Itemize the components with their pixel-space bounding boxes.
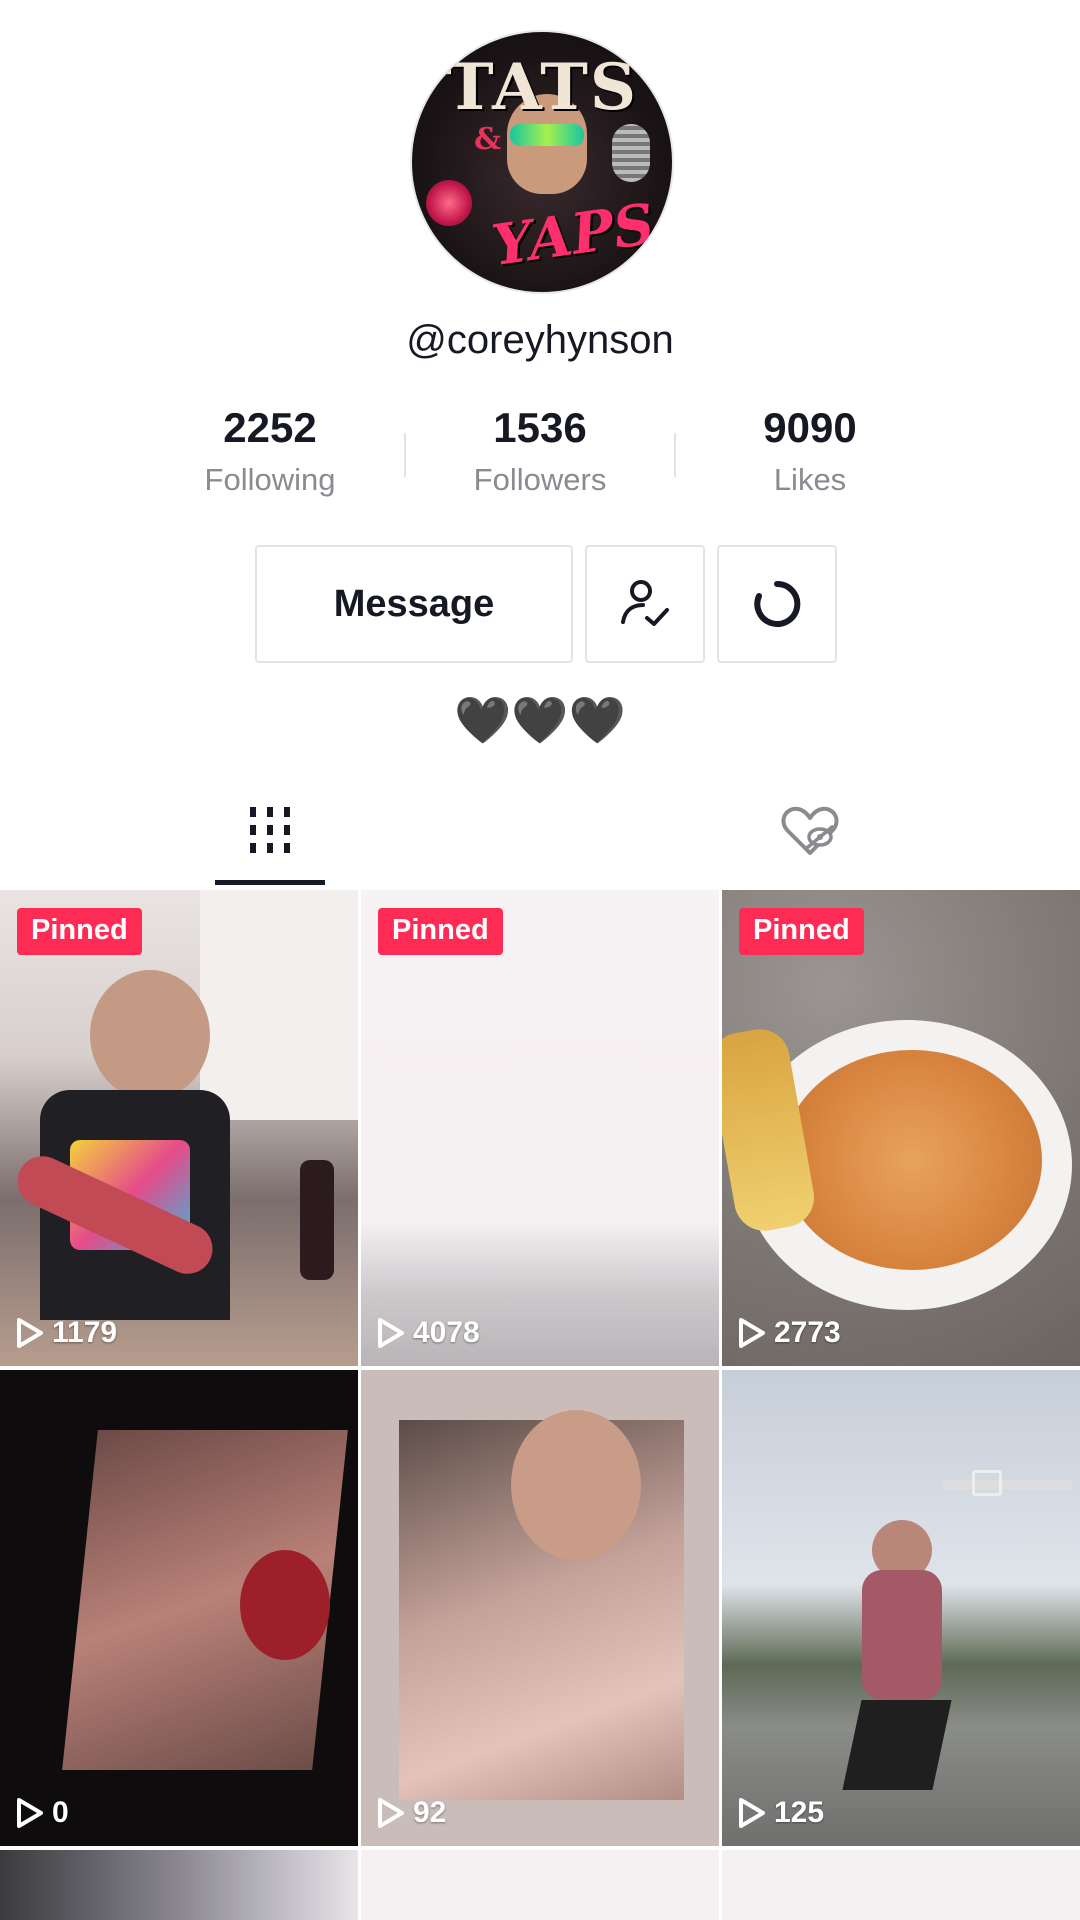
rose-icon (426, 180, 472, 226)
view-count: 4078 (377, 1316, 480, 1350)
refresh-circle-icon (754, 580, 801, 627)
view-count: 0 (16, 1796, 69, 1830)
message-button[interactable]: Message (255, 545, 573, 663)
view-count-value: 4078 (413, 1316, 480, 1349)
stat-label: Followers (473, 462, 607, 497)
view-count-value: 1179 (52, 1316, 118, 1349)
play-icon (739, 1798, 765, 1828)
active-tab-indicator (215, 880, 325, 885)
video-tile[interactable] (361, 1850, 719, 1920)
person-head (90, 970, 210, 1100)
stat-value: 1536 (493, 404, 587, 451)
stat-label: Likes (773, 462, 847, 497)
user-check-icon (621, 580, 669, 626)
stat-divider (404, 433, 406, 477)
video-tile[interactable]: Pinned 4078 (361, 890, 719, 1366)
stat-label: Following (204, 462, 336, 497)
tab-videos[interactable] (0, 770, 540, 890)
video-tile[interactable] (722, 1850, 1080, 1920)
grid-icon (250, 807, 290, 853)
video-tile[interactable] (0, 1850, 358, 1920)
stat-divider (674, 433, 676, 477)
microphone-icon (612, 124, 650, 182)
profile-tabs (0, 770, 1080, 890)
avatar-logo-bottom: YAPS (488, 191, 659, 279)
view-count-value: 125 (774, 1796, 825, 1829)
play-icon (378, 1798, 404, 1828)
view-count-value: 92 (413, 1796, 447, 1829)
view-count: 1179 (16, 1316, 117, 1350)
view-count: 125 (738, 1796, 824, 1830)
stat-value: 9090 (763, 404, 857, 451)
avatar-sunglasses (510, 124, 584, 146)
view-count-value: 0 (52, 1796, 69, 1829)
stat-followers[interactable]: 1536 Followers (430, 400, 650, 498)
video-tile[interactable]: 92 (361, 1370, 719, 1846)
profile-bio: 🖤🖤🖤 (454, 694, 626, 746)
view-count-value: 2773 (774, 1316, 841, 1349)
video-tile[interactable]: 125 (722, 1370, 1080, 1846)
tab-liked[interactable] (540, 770, 1080, 890)
profile-stats: 2252 Following 1536 Followers 9090 Likes (160, 400, 920, 510)
hoop-pole (942, 1480, 1072, 1490)
more-button[interactable] (717, 545, 837, 663)
pasta (782, 1050, 1042, 1270)
stat-following[interactable]: 2252 Following (160, 400, 380, 498)
video-tile[interactable]: Pinned 1179 (0, 890, 358, 1366)
red-tattoo (240, 1550, 330, 1660)
profile-avatar[interactable]: TATS & YAPS (410, 30, 674, 294)
play-icon (378, 1318, 404, 1348)
profile-username: @coreyhynson (406, 318, 674, 362)
play-icon (17, 1798, 43, 1828)
avatar-logo-top: TATS (445, 50, 639, 125)
video-tile[interactable]: 0 (0, 1370, 358, 1846)
play-icon (17, 1318, 43, 1348)
player-legs (842, 1700, 952, 1790)
pinned-badge: Pinned (17, 908, 142, 955)
heart-hidden-icon (781, 806, 839, 855)
hand (511, 1410, 641, 1560)
pinned-badge: Pinned (378, 908, 503, 955)
player-body (862, 1570, 942, 1700)
view-count: 2773 (738, 1316, 841, 1350)
basketball-hoop (972, 1470, 1002, 1496)
view-count: 92 (377, 1796, 446, 1830)
cabinet (200, 890, 358, 1120)
pinned-badge: Pinned (739, 908, 864, 955)
avatar-logo-amp: & (474, 122, 502, 157)
stat-likes[interactable]: 9090 Likes (700, 400, 920, 498)
video-tile[interactable]: Pinned 2773 (722, 890, 1080, 1366)
stat-value: 2252 (223, 404, 317, 451)
play-icon (739, 1318, 765, 1348)
soda-bottle (300, 1160, 334, 1280)
friends-button[interactable] (585, 545, 705, 663)
